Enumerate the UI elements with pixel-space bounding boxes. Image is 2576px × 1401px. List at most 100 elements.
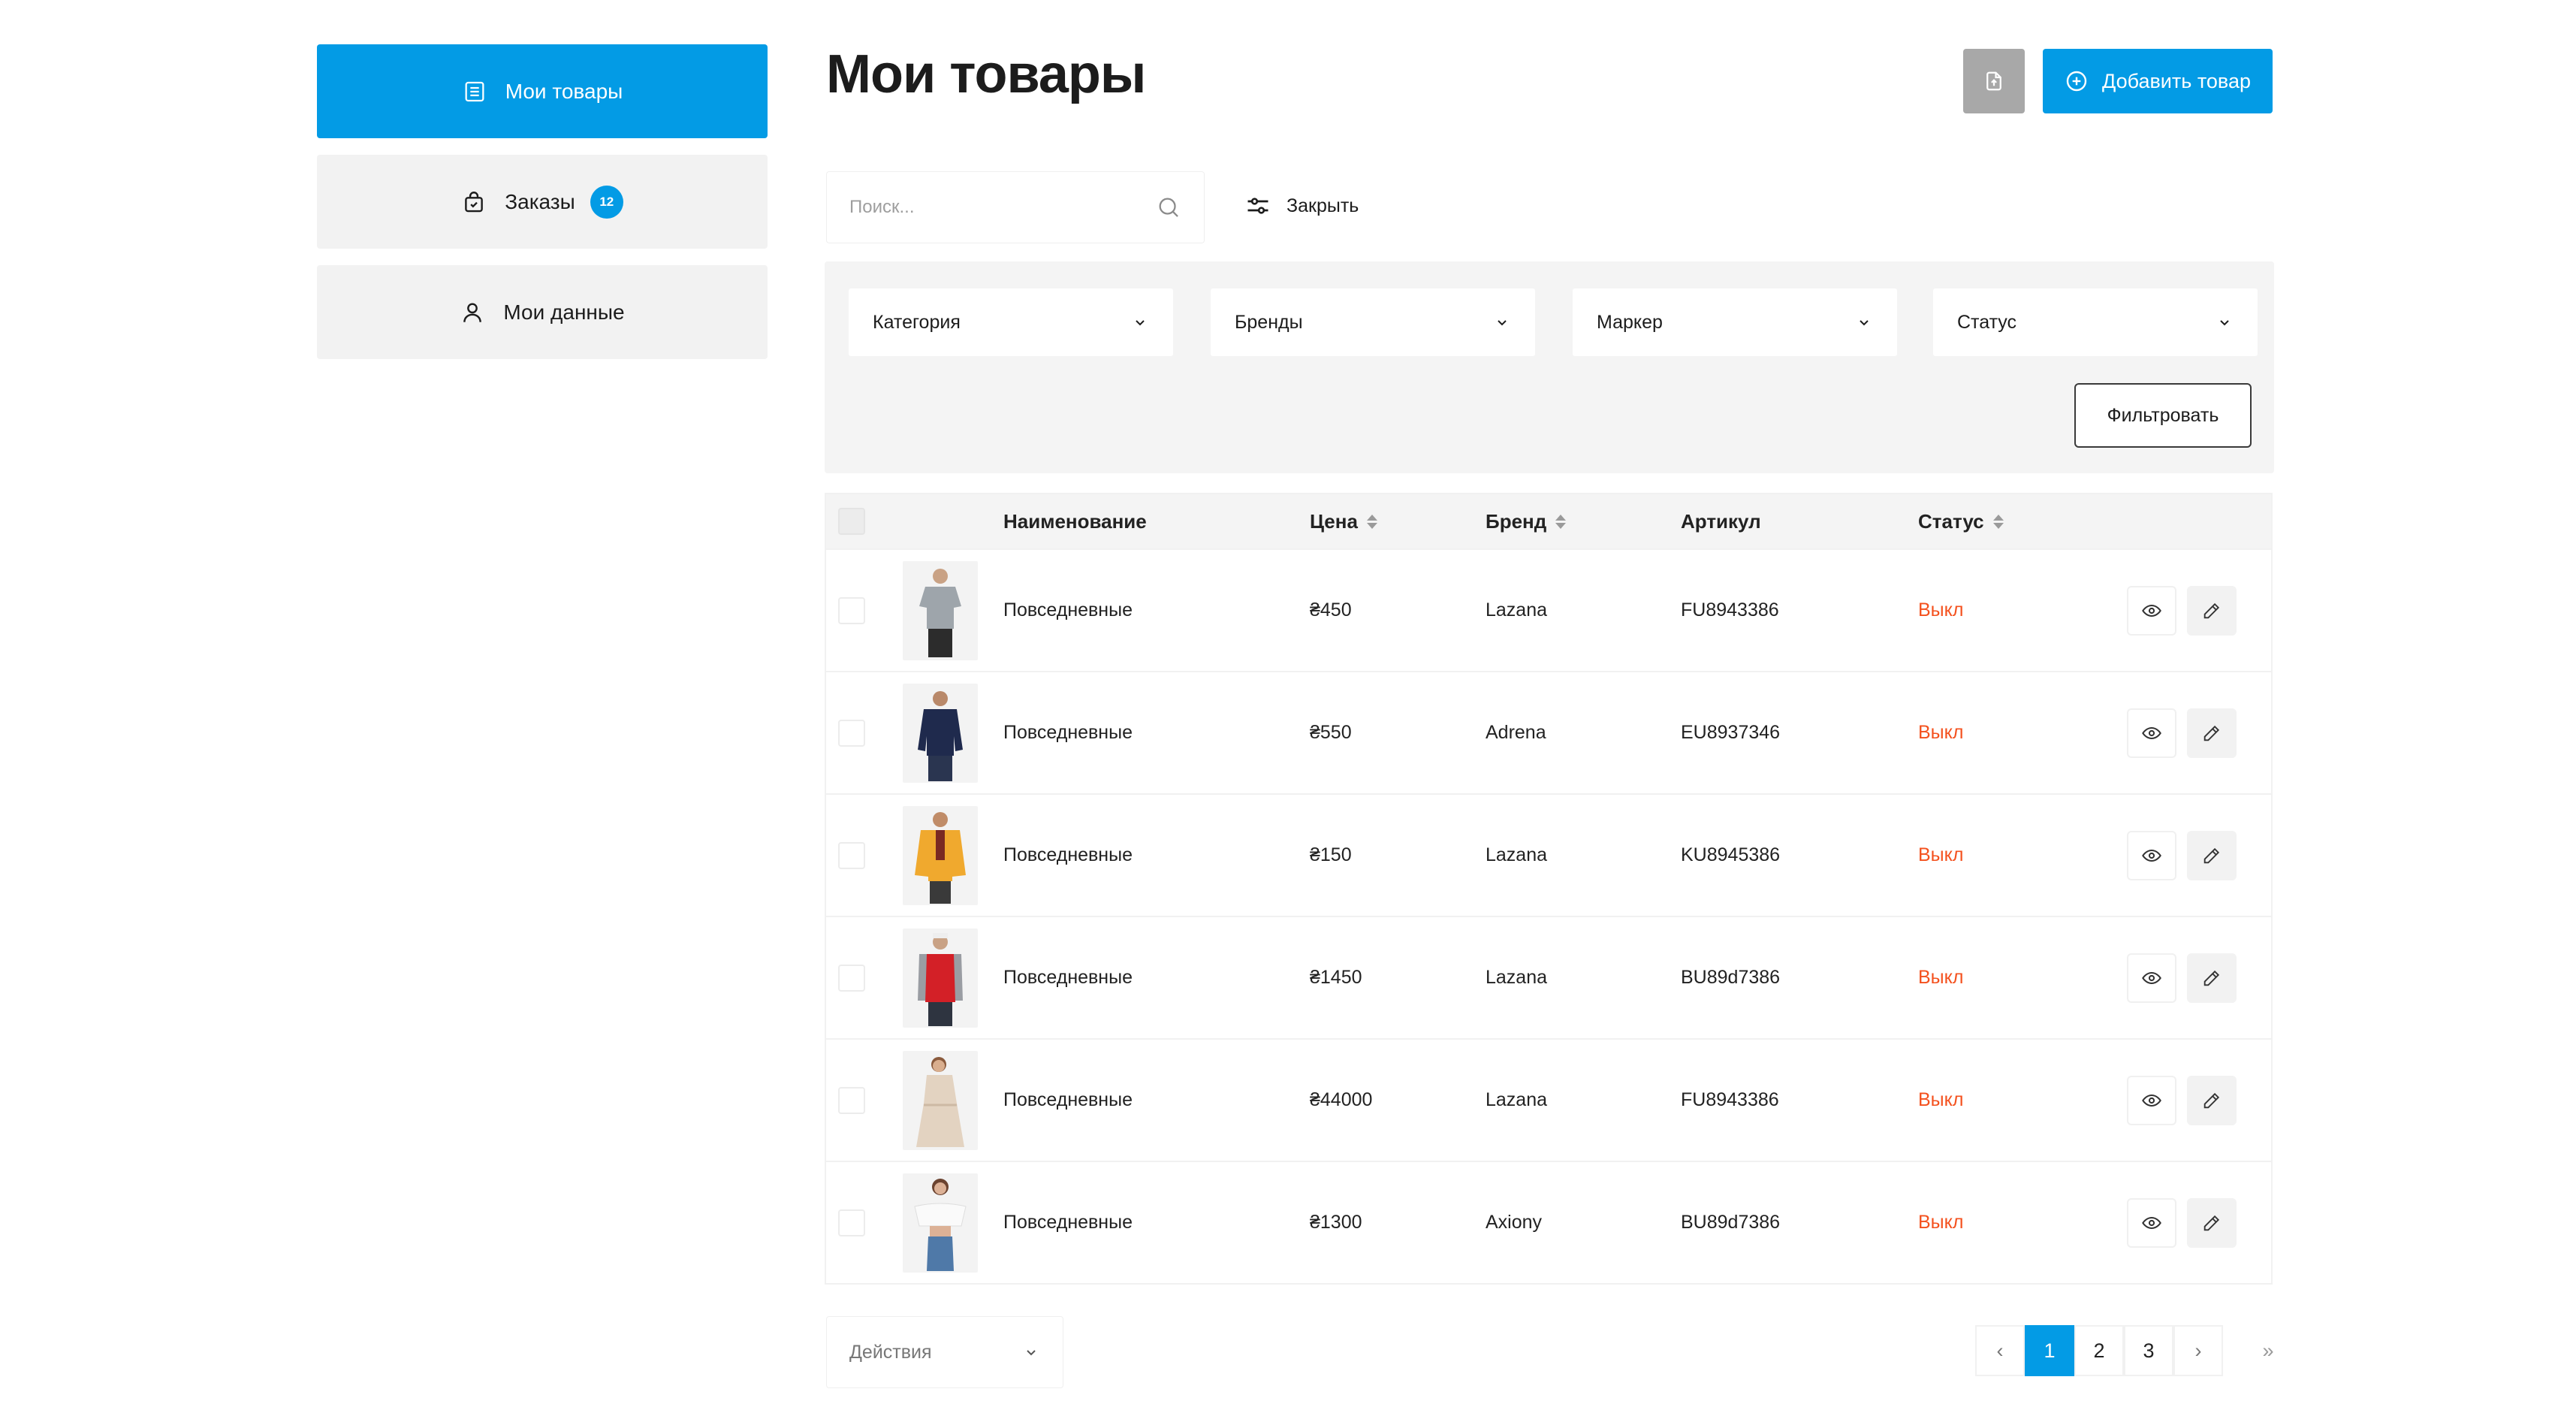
eye-icon: [2142, 726, 2161, 740]
search-input[interactable]: [849, 197, 1120, 218]
sort-icon[interactable]: [1366, 514, 1377, 529]
column-label: Наименование: [1003, 509, 1147, 533]
category-select[interactable]: Категория: [849, 288, 1173, 356]
table-header: Наименование Цена Бренд Артикул Статус: [826, 494, 2271, 548]
pencil-icon: [2203, 970, 2220, 986]
sidebar-item-my-products[interactable]: Мои товары: [317, 44, 768, 138]
page-title: Мои товары: [826, 44, 1146, 104]
row-checkbox[interactable]: [838, 842, 865, 869]
table-row: Повседневные ₴550 Adrena EU8937346 Выкл: [826, 671, 2271, 793]
category-select-label: Категория: [873, 311, 961, 333]
product-brand: Lazana: [1486, 844, 1548, 865]
eye-icon: [2142, 971, 2161, 985]
product-brand: Axiony: [1486, 1212, 1543, 1233]
product-sku: KU8945386: [1681, 844, 1781, 865]
pagination-last-button[interactable]: »: [2246, 1325, 2291, 1376]
marker-select[interactable]: Маркер: [1573, 288, 1897, 356]
product-name: Повседневные: [1003, 844, 1133, 865]
search-box: [826, 171, 1205, 243]
column-label: Статус: [1918, 509, 1984, 533]
chevron-down-icon: [1027, 1350, 1036, 1356]
select-all-checkbox[interactable]: [838, 508, 865, 535]
export-button[interactable]: [1963, 49, 2025, 113]
row-checkbox[interactable]: [838, 1087, 865, 1114]
edit-button[interactable]: [2187, 1198, 2237, 1248]
column-header-price[interactable]: Цена: [1310, 494, 1377, 548]
chevron-down-icon: [2220, 320, 2229, 326]
product-brand: Lazana: [1486, 599, 1548, 620]
sidebar-item-orders[interactable]: Заказы 12: [317, 155, 768, 249]
table-row: Повседневные ₴150 Lazana KU8945386 Выкл: [826, 793, 2271, 916]
row-checkbox[interactable]: [838, 597, 865, 624]
pencil-icon: [2203, 602, 2220, 619]
row-checkbox[interactable]: [838, 720, 865, 747]
sidebar: Мои товары Заказы 12 Мои данные: [317, 44, 768, 376]
column-header-brand[interactable]: Бренд: [1486, 494, 1567, 548]
view-button[interactable]: [2127, 1198, 2176, 1248]
view-button[interactable]: [2127, 708, 2176, 758]
sidebar-item-my-data[interactable]: Мои данные: [317, 265, 768, 359]
add-product-button[interactable]: Добавить товар: [2043, 49, 2273, 113]
product-name: Повседневные: [1003, 599, 1133, 620]
sidebar-item-label: Заказы: [505, 189, 575, 213]
pencil-icon: [2203, 725, 2220, 741]
edit-button[interactable]: [2187, 1076, 2237, 1125]
product-brand: Adrena: [1486, 722, 1546, 743]
table-row: Повседневные ₴44000 Lazana FU8943386 Вык…: [826, 1038, 2271, 1161]
product-price: ₴1300: [1310, 1212, 1362, 1233]
product-status: Выкл: [1918, 1212, 1964, 1233]
product-price: ₴150: [1310, 844, 1352, 865]
sidebar-item-label: Мои товары: [505, 79, 623, 103]
product-thumbnail: [903, 561, 978, 660]
status-select-label: Статус: [1957, 311, 2017, 333]
chevron-down-icon: [1498, 320, 1507, 326]
bulk-actions-label: Действия: [849, 1341, 932, 1363]
pagination-next-button[interactable]: ›: [2173, 1325, 2223, 1376]
eye-icon: [2142, 1216, 2161, 1230]
product-price: ₴550: [1310, 722, 1352, 743]
pagination-prev-button[interactable]: ‹: [1975, 1325, 2025, 1376]
brands-select[interactable]: Бренды: [1211, 288, 1535, 356]
filter-panel: Категория Бренды Маркер Статус Фильтрова…: [825, 261, 2274, 473]
edit-button[interactable]: [2187, 708, 2237, 758]
column-label: Бренд: [1486, 509, 1547, 533]
view-button[interactable]: [2127, 953, 2176, 1003]
product-thumbnail: [903, 928, 978, 1028]
product-sku: FU8943386: [1681, 599, 1779, 620]
product-status: Выкл: [1918, 599, 1964, 620]
edit-button[interactable]: [2187, 831, 2237, 880]
sliders-icon: [1247, 198, 1268, 214]
pencil-icon: [2203, 1215, 2220, 1231]
row-checkbox[interactable]: [838, 965, 865, 992]
row-checkbox[interactable]: [838, 1209, 865, 1236]
shopping-bag-icon: [465, 191, 484, 212]
search-icon[interactable]: [1156, 195, 1181, 220]
table-row: Повседневные ₴1300 Axiony BU89d7386 Выкл: [826, 1161, 2271, 1283]
view-button[interactable]: [2127, 1076, 2176, 1125]
column-header-sku: Артикул: [1681, 494, 1761, 548]
product-status: Выкл: [1918, 1089, 1964, 1110]
pagination-page-3[interactable]: 3: [2124, 1325, 2173, 1376]
sort-icon[interactable]: [1555, 514, 1567, 529]
view-button[interactable]: [2127, 586, 2176, 636]
view-button[interactable]: [2127, 831, 2176, 880]
pencil-icon: [2203, 847, 2220, 864]
product-thumbnail: [903, 1173, 978, 1273]
close-filter-button[interactable]: Закрыть: [1244, 192, 1359, 219]
plus-circle-icon: [2066, 71, 2087, 92]
marker-select-label: Маркер: [1597, 311, 1663, 333]
eye-icon: [2142, 1094, 2161, 1107]
pencil-icon: [2203, 1092, 2220, 1109]
bulk-actions-select[interactable]: Действия: [826, 1316, 1063, 1388]
pagination-page-1[interactable]: 1: [2025, 1325, 2074, 1376]
sort-icon[interactable]: [1992, 514, 2004, 529]
column-header-status[interactable]: Статус: [1918, 494, 2004, 548]
edit-button[interactable]: [2187, 586, 2237, 636]
pagination-page-2[interactable]: 2: [2074, 1325, 2124, 1376]
edit-button[interactable]: [2187, 953, 2237, 1003]
brands-select-label: Бренды: [1235, 311, 1303, 333]
product-status: Выкл: [1918, 722, 1964, 743]
product-price: ₴450: [1310, 599, 1352, 620]
status-select[interactable]: Статус: [1933, 288, 2258, 356]
filter-apply-button[interactable]: Фильтровать: [2074, 383, 2252, 448]
